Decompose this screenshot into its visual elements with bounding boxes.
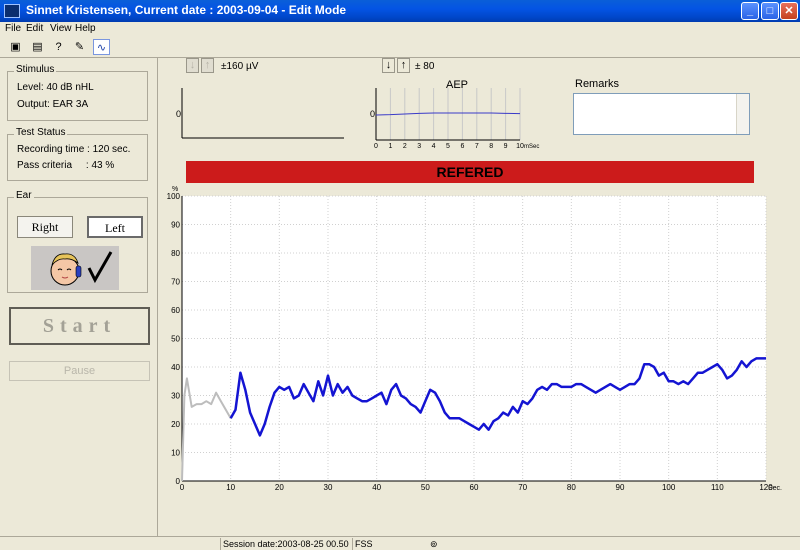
pass-criteria: Pass criteria : 43 % [17,160,115,171]
aep-x-tick: 7 [475,143,479,150]
aep-x-tick: 0 [374,143,378,150]
aep-x-tick: 9 [504,143,508,150]
y-axis-label: % [172,186,178,193]
app-icon [4,4,20,18]
aep-x-tick: 2 [403,143,407,150]
ear-title: Ear [14,190,34,201]
status-bar: Session date:2003-08-25 00.50 FSS ⊚ [0,536,800,550]
stimulus-group: Stimulus Level: 40 dB nHL Output: EAR 3A [7,64,148,121]
window-title: Sinnet Kristensen, Current date : 2003-0… [26,3,347,17]
x-tick-label: 30 [324,483,333,492]
remarks-field[interactable] [573,93,750,135]
waveform-icon[interactable]: ∿ [93,39,110,55]
aep-scale-up-button[interactable]: ↑ [397,58,410,73]
eeg-scale-down-button[interactable]: ↓ [186,58,199,73]
recording-time: Recording time : 120 sec. [17,144,131,155]
stimulus-output: Output: EAR 3A [17,99,89,110]
x-tick-label: 50 [421,483,430,492]
x-tick-label: 110 [711,483,724,492]
start-button[interactable]: Start [9,307,150,345]
aep-x-tick: 10 [516,143,524,150]
edit-notes-icon[interactable]: ✎ [71,39,88,55]
x-tick-label: 10 [226,483,235,492]
aep-x-tick: 1 [388,143,392,150]
result-banner: REFERED [186,161,754,183]
maximize-button[interactable]: □ [761,2,779,20]
y-tick-label: 80 [171,249,180,258]
aep-x-tick: 8 [489,143,493,150]
menu-edit[interactable]: Edit [26,23,43,34]
save-icon[interactable]: ▣ [7,39,24,55]
left-panel: Stimulus Level: 40 dB nHL Output: EAR 3A… [0,58,158,536]
y-tick-label: 100 [167,192,181,201]
menu-help[interactable]: Help [75,23,96,34]
help-icon[interactable]: ? [50,39,67,55]
aep-panel: 0 1 2 3 4 5 6 7 8 9 10 mSec [374,88,539,150]
eeg-panel [181,88,344,139]
baby-ear-image [31,246,119,290]
y-tick-label: 40 [171,363,180,372]
stimulus-title: Stimulus [14,64,57,75]
minimize-button[interactable]: _ [741,2,759,20]
pass-criteria-chart: 01020304050607080901000 10 20 30 40 50 60 70 80 9… [167,186,782,492]
y-tick-label: 30 [171,392,180,401]
x-tick-label: 40 [372,483,381,492]
stimulus-level: Level: 40 dB nHL [17,82,94,93]
menu-bar: File Edit View Help [0,22,800,36]
test-status-group: Test Status Recording time : 120 sec. Pa… [7,127,148,181]
aep-x-tick: 4 [432,143,436,150]
y-tick-label: 10 [171,449,180,458]
x-tick-label: 90 [616,483,625,492]
close-button[interactable]: ✕ [780,2,798,20]
y-tick-label: 70 [171,278,180,287]
pause-button[interactable]: Pause [9,361,150,381]
mode-indicator: FSS [352,538,388,550]
aep-x-tick: 5 [446,143,450,150]
aep-x-tick: 3 [417,143,421,150]
eeg-scale-up-button[interactable]: ↑ [201,58,214,73]
right-ear-button[interactable]: Right [17,216,73,238]
x-unit-label: Sec. [768,485,782,492]
toolbar: ▣ ▤ ? ✎ ∿ [0,36,800,58]
y-tick-label: 90 [171,221,180,230]
aep-x-unit: mSec [524,144,539,150]
x-tick-label: 60 [470,483,479,492]
x-tick-label: 70 [518,483,527,492]
eeg-scale-label: ±160 µV [221,61,259,72]
menu-file[interactable]: File [5,23,21,34]
aep-x-tick: 6 [460,143,464,150]
remarks-label: Remarks [575,78,620,90]
x-tick-label: 20 [275,483,284,492]
left-ear-button[interactable]: Left [87,216,143,238]
network-icon: ⊚ [430,539,438,549]
y-tick-label: 60 [171,306,180,315]
y-tick-label: 20 [171,420,180,429]
session-date: Session date:2003-08-25 00.50 [220,538,350,550]
x-tick-label: 100 [662,483,676,492]
title-bar: Sinnet Kristensen, Current date : 2003-0… [0,0,800,22]
print-icon[interactable]: ▤ [29,39,46,55]
aep-scale-down-button[interactable]: ↓ [382,58,395,73]
aep-scale-label: ± 80 [415,61,435,72]
x-tick-label: 80 [567,483,576,492]
ear-group: Ear Right Left [7,190,148,293]
remarks-scrollbar[interactable] [736,94,749,134]
test-status-title: Test Status [14,127,68,138]
menu-view[interactable]: View [50,23,72,34]
x-tick-label: 0 [180,483,185,492]
y-tick-label: 50 [171,335,180,344]
